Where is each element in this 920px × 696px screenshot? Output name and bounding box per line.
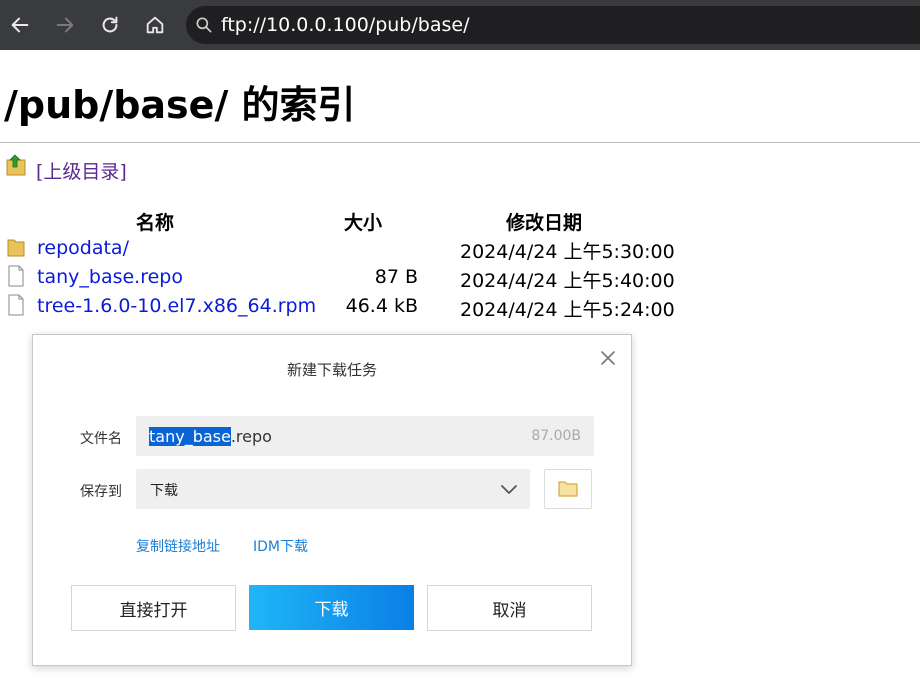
file-link[interactable]: tany_base.repo [37, 266, 183, 288]
forward-icon [56, 17, 74, 33]
folder-icon [7, 239, 25, 257]
back-icon [11, 17, 29, 33]
address-url[interactable]: ftp://10.0.0.100/pub/base/ [221, 14, 469, 36]
file-row: tree-1.6.0-10.el7.x86_64.rpm 46.4 kB 202… [0, 294, 700, 323]
file-size-label: 87.00B [531, 428, 581, 444]
search-icon [196, 17, 212, 33]
copy-link-address-link[interactable]: 复制链接地址 [136, 536, 220, 556]
reload-button[interactable] [95, 10, 125, 40]
saveto-value: 下载 [150, 483, 178, 499]
file-link[interactable]: repodata/ [37, 237, 129, 259]
parent-folder-icon [6, 154, 26, 176]
close-icon[interactable] [599, 349, 617, 367]
column-header-size: 大小 [344, 212, 383, 234]
idm-download-link[interactable]: IDM下载 [253, 536, 308, 556]
file-icon [8, 294, 24, 316]
browser-toolbar: ftp://10.0.0.100/pub/base/ [0, 0, 920, 50]
forward-button[interactable] [50, 10, 80, 40]
file-size: 46.4 kB [345, 295, 418, 317]
filename-selected-text: tany_base [149, 427, 231, 446]
address-bar[interactable]: ftp://10.0.0.100/pub/base/ [186, 6, 920, 44]
home-button[interactable] [140, 10, 170, 40]
dialog-title: 新建下载任务 [286, 361, 377, 379]
file-date: 2024/4/24 上午5:30:00 [460, 241, 675, 263]
column-header-name: 名称 [136, 212, 175, 234]
new-download-dialog: 新建下载任务 文件名 tany_base.repo 87.00B 保存到 下载 … [32, 334, 632, 666]
chevron-down-icon [501, 485, 517, 494]
file-row: tany_base.repo 87 B 2024/4/24 上午5:40:00 [0, 265, 700, 294]
file-date: 2024/4/24 上午5:40:00 [460, 270, 675, 292]
home-icon [146, 16, 164, 34]
filename-extension: .repo [230, 427, 272, 446]
open-directly-button[interactable]: 直接打开 [71, 585, 236, 631]
divider [0, 142, 920, 143]
file-link[interactable]: tree-1.6.0-10.el7.x86_64.rpm [37, 295, 316, 317]
saveto-select[interactable]: 下载 [136, 469, 530, 509]
filename-input[interactable]: tany_base.repo 87.00B [136, 416, 594, 456]
folder-icon [558, 481, 578, 497]
file-date: 2024/4/24 上午5:24:00 [460, 299, 675, 321]
back-button[interactable] [5, 10, 35, 40]
download-button[interactable]: 下载 [249, 585, 414, 630]
reload-icon [102, 16, 118, 33]
column-header-date: 修改日期 [506, 212, 583, 234]
cancel-button[interactable]: 取消 [427, 585, 592, 631]
page-title: /pub/base/ 的索引 [4, 83, 356, 127]
filename-value[interactable]: tany_base.repo [149, 427, 272, 446]
file-row: repodata/ 2024/4/24 上午5:30:00 [0, 236, 700, 265]
file-icon [8, 265, 24, 287]
file-size: 87 B [374, 266, 418, 288]
parent-dir-link[interactable]: [上级目录] [36, 157, 127, 184]
saveto-label: 保存到 [80, 484, 122, 500]
browse-folder-button[interactable] [544, 469, 592, 509]
filename-label: 文件名 [80, 431, 122, 447]
